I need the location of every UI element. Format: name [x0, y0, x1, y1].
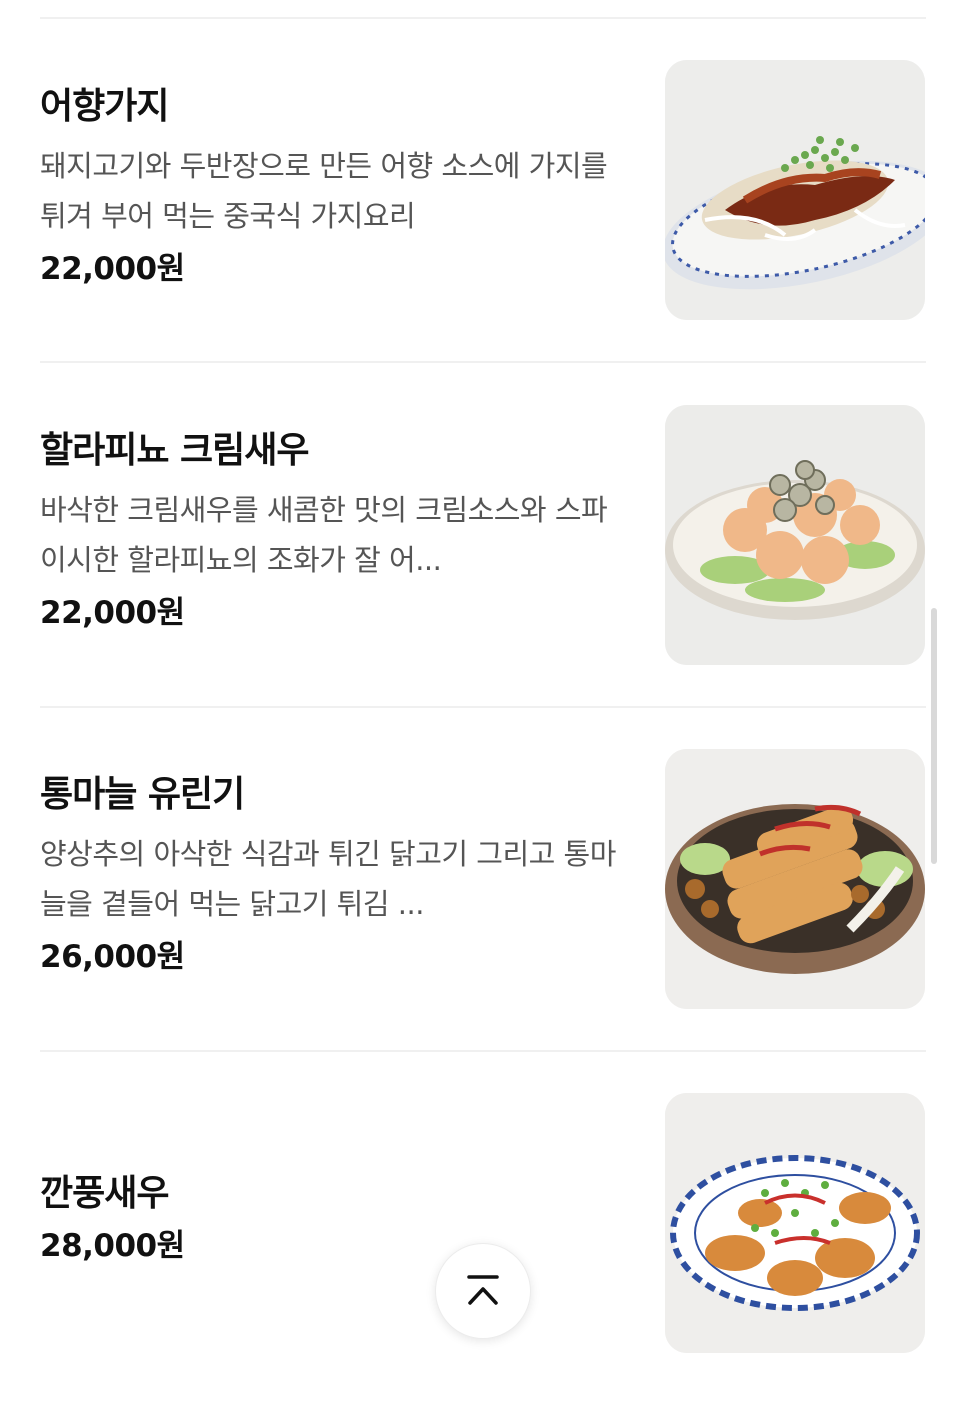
divider: [40, 706, 926, 708]
menu-item-price: 22,000원: [40, 251, 185, 287]
fried-chicken-dish-image: [665, 749, 925, 1009]
menu-item-price: 22,000원: [40, 595, 185, 631]
menu-item-price: 26,000원: [40, 939, 185, 975]
eggplant-dish-photo[interactable]: [665, 60, 925, 320]
kkanpung-shrimp-dish-image: [665, 1093, 925, 1353]
menu-item-price: 28,000원: [40, 1228, 185, 1264]
menu-item-garlic-yuringi[interactable]: 통마늘 유린기 양상추의 아삭한 식감과 튀긴 닭고기 그리고 통마늘을 곁들어…: [0, 729, 966, 1073]
menu-item-description: 돼지고기와 두반장으로 만든 어향 소스에 가지를 튀겨 부어 먹는 중국식 가…: [40, 149, 608, 233]
chevron-up-icon: [467, 1275, 499, 1305]
eggplant-dish-image: [665, 60, 925, 320]
divider: [40, 361, 926, 363]
menu-item-text: 할라피뇨 크림새우 바삭한 크림새우를 새콤한 맛의 크림소스와 스파이시한 할…: [40, 427, 630, 635]
menu-item-text: 어향가지 돼지고기와 두반장으로 만든 어향 소스에 가지를 튀겨 부어 먹는 …: [40, 83, 630, 291]
menu-item-text: 깐풍새우 28,000원: [40, 1170, 630, 1268]
menu-item-name: 할라피뇨 크림새우: [40, 430, 310, 471]
kkanpung-shrimp-dish-photo[interactable]: [665, 1093, 925, 1353]
menu-item-jalapeno-cream-shrimp[interactable]: 할라피뇨 크림새우 바삭한 크림새우를 새콤한 맛의 크림소스와 스파이시한 할…: [0, 385, 966, 729]
menu-item-description: 바삭한 크림새우를 새콤한 맛의 크림소스와 스파이시한 할라피뇨의 조화가 잘…: [40, 493, 608, 577]
divider: [40, 1050, 926, 1052]
scroll-to-top-button[interactable]: [435, 1243, 531, 1339]
menu-item-eohyang-gaji[interactable]: 어향가지 돼지고기와 두반장으로 만든 어향 소스에 가지를 튀겨 부어 먹는 …: [0, 40, 966, 384]
cream-shrimp-dish-image: [665, 405, 925, 665]
fried-chicken-dish-photo[interactable]: [665, 749, 925, 1009]
menu-item-text: 통마늘 유린기 양상추의 아삭한 식감과 튀긴 닭고기 그리고 통마늘을 곁들어…: [40, 771, 630, 979]
menu-item-name: 통마늘 유린기: [40, 774, 245, 815]
scrollbar[interactable]: [931, 608, 937, 864]
cream-shrimp-dish-photo[interactable]: [665, 405, 925, 665]
menu-item-name: 깐풍새우: [40, 1173, 169, 1214]
menu-item-name: 어향가지: [40, 86, 169, 127]
menu-item-description: 양상추의 아삭한 식감과 튀긴 닭고기 그리고 통마늘을 곁들어 먹는 닭고기 …: [40, 837, 616, 921]
divider: [40, 17, 926, 19]
